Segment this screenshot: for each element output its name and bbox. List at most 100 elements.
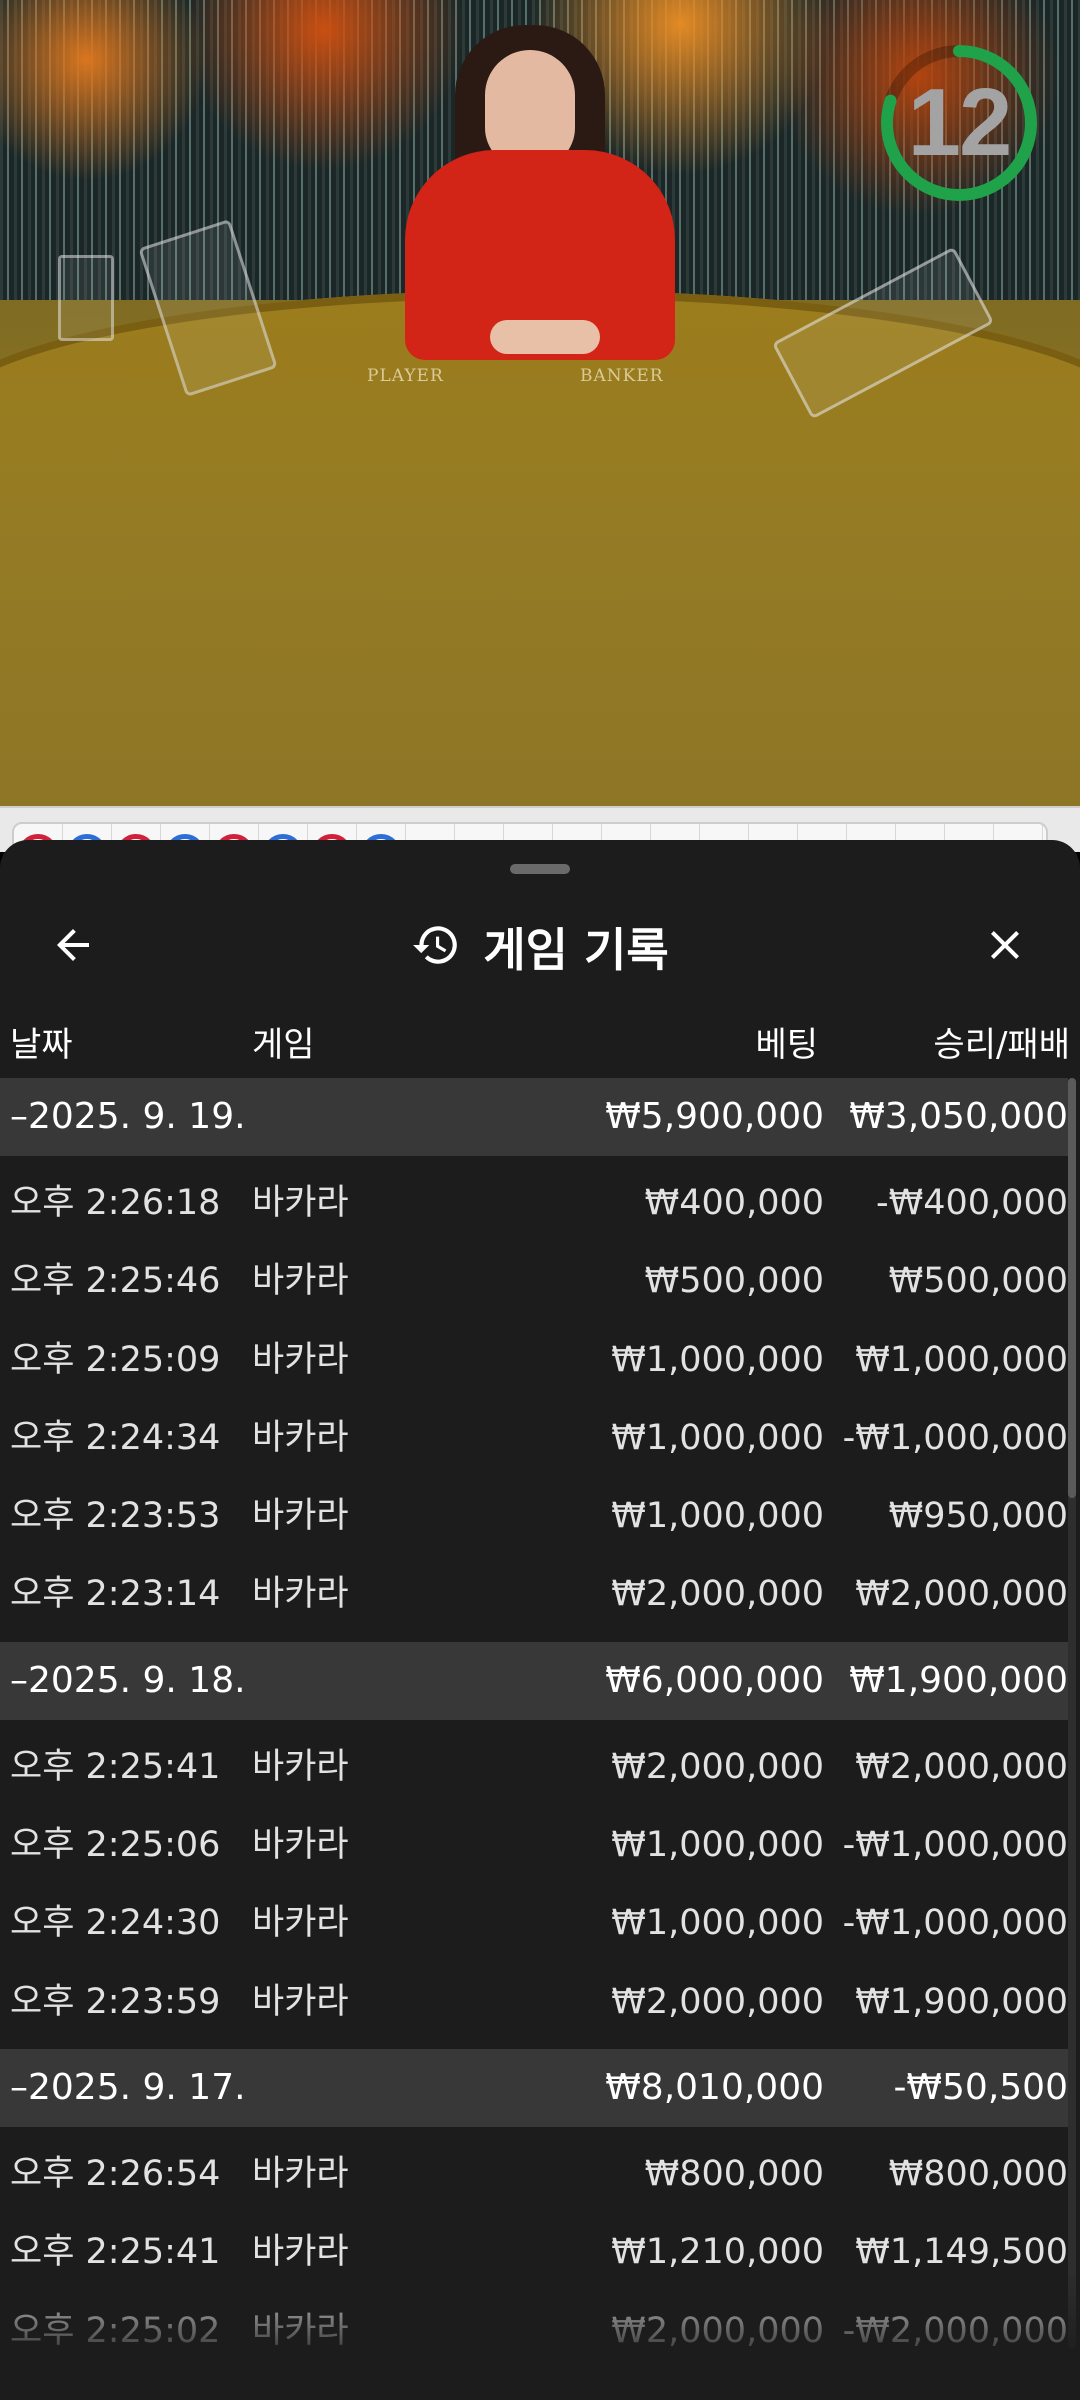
row-game: 바카라 [252,1825,349,1866]
sheet-header: 게임 기록 [0,890,1080,1000]
row-game: 바카라 [252,1339,349,1380]
history-row[interactable]: 오후 2:25:46 바카라 ₩500,000 ₩500,000 [0,1242,1068,1320]
title-group: 게임 기록 [0,912,1080,982]
history-list[interactable]: –2025. 9. 19. ₩5,900,000 ₩3,050,000 오후 2:26… [0,1078,1068,2378]
column-headers: 날짜 게임 베팅 승리/패배 [0,1010,1080,1080]
group-winloss-total: -₩50,500 [893,2066,1068,2108]
date-group-header[interactable]: –2025. 9. 19. ₩5,900,000 ₩3,050,000 [0,1078,1068,1156]
scrollbar[interactable] [1068,1078,1076,2348]
countdown-number: 12 [907,69,1013,176]
row-time: 오후 2:24:30 [10,1903,221,1944]
dealer-hands [490,320,600,354]
history-row[interactable]: 오후 2:24:34 바카라 ₩1,000,000 -₩1,000,000 [0,1399,1068,1477]
group-bet-total: ₩8,010,000 [605,2066,824,2108]
sheet-title: 게임 기록 [483,923,669,977]
row-winloss: ₩1,900,000 [855,1981,1068,2022]
row-winloss: -₩400,000 [876,1183,1068,1223]
row-game: 바카라 [252,2232,349,2273]
row-time: 오후 2:25:41 [10,2232,221,2273]
row-bet: ₩1,000,000 [611,1903,824,1944]
row-winloss: -₩1,000,000 [842,1903,1068,1944]
date-group-header[interactable]: –2025. 9. 18. ₩6,000,000 ₩1,900,000 [0,1641,1068,1720]
row-time: 오후 2:23:59 [10,1981,221,2022]
row-winloss: ₩1,000,000 [855,1339,1068,1380]
row-winloss: ₩500,000 [888,1261,1068,1302]
row-time: 오후 2:26:18 [10,1183,221,1223]
row-winloss: ₩2,000,000 [855,1746,1068,1787]
game-history-sheet: 게임 기록 날짜 게임 베팅 승리/패배 –2025. 9. 19. ₩5,90… [0,840,1080,2400]
row-time: 오후 2:25:46 [10,1261,221,1302]
baccarat-table [0,290,1080,806]
row-winloss: ₩1,149,500 [855,2232,1068,2273]
row-winloss: ₩950,000 [888,1496,1068,1537]
group-bet-total: ₩6,000,000 [605,1659,824,1701]
row-bet: ₩500,000 [644,1261,824,1302]
table-label-banker: BANKER [580,366,664,386]
countdown-timer: 12 [876,40,1042,206]
row-time: 오후 2:26:54 [10,2153,221,2194]
history-row[interactable]: 오후 2:23:14 바카라 ₩2,000,000 ₩2,000,000 [0,1555,1068,1633]
row-bet: ₩1,000,000 [611,1496,824,1537]
back-button[interactable] [38,912,108,982]
group-winloss-total: ₩3,050,000 [849,1096,1068,1137]
table-label-player: PLAYER [367,366,444,386]
row-game: 바카라 [252,1417,349,1458]
row-bet: ₩800,000 [644,2153,824,2194]
column-header-winloss: 승리/패배 [933,1025,1070,1065]
sheet-drag-handle[interactable] [510,864,570,874]
row-winloss: -₩2,000,000 [842,2310,1068,2351]
row-winloss: -₩1,000,000 [842,1417,1068,1458]
row-winloss: ₩2,000,000 [855,1574,1068,1615]
group-date: –2025. 9. 19. [10,1096,246,1137]
history-row[interactable]: 오후 2:24:30 바카라 ₩1,000,000 -₩1,000,000 [0,1884,1068,1962]
row-game: 바카라 [252,1903,349,1944]
row-bet: ₩400,000 [644,1183,824,1223]
close-button[interactable] [970,912,1040,982]
row-bet: ₩1,000,000 [611,1417,824,1458]
row-bet: ₩1,000,000 [611,1339,824,1380]
history-row[interactable]: 오후 2:25:41 바카라 ₩1,210,000 ₩1,149,500 [0,2213,1068,2291]
live-video: PLAYER BANKER 12 [0,0,1080,806]
row-game: 바카라 [252,1261,349,1302]
card-holder [58,255,114,341]
group-date: –2025. 9. 17. [10,2066,246,2108]
row-game: 바카라 [252,1574,349,1615]
row-time: 오후 2:25:06 [10,1825,221,1866]
row-time: 오후 2:25:41 [10,1746,221,1787]
row-bet: ₩2,000,000 [611,2310,824,2351]
scrollbar-thumb[interactable] [1068,1078,1076,1498]
history-row[interactable]: 오후 2:26:54 바카라 ₩800,000 ₩800,000 [0,2135,1068,2213]
date-group-header[interactable]: –2025. 9. 17. ₩8,010,000 -₩50,500 [0,2048,1068,2127]
group-date: –2025. 9. 18. [10,1659,246,1701]
row-time: 오후 2:23:14 [10,1574,221,1615]
row-time: 오후 2:25:02 [10,2310,221,2351]
row-game: 바카라 [252,2310,349,2351]
column-header-bet: 베팅 [755,1025,818,1065]
column-header-date: 날짜 [10,1025,73,1065]
row-bet: ₩2,000,000 [611,1746,824,1787]
history-icon [411,920,461,974]
history-row[interactable]: 오후 2:25:09 바카라 ₩1,000,000 ₩1,000,000 [0,1321,1068,1399]
group-winloss-total: ₩1,900,000 [849,1659,1068,1701]
row-bet: ₩1,210,000 [611,2232,824,2273]
row-time: 오후 2:24:34 [10,1417,221,1458]
close-icon [981,921,1029,973]
row-winloss: -₩1,000,000 [842,1825,1068,1866]
history-row[interactable]: 오후 2:23:53 바카라 ₩1,000,000 ₩950,000 [0,1477,1068,1555]
column-header-game: 게임 [252,1025,315,1065]
history-row[interactable]: 오후 2:25:41 바카라 ₩2,000,000 ₩2,000,000 [0,1728,1068,1806]
history-row[interactable]: 오후 2:25:02 바카라 ₩2,000,000 -₩2,000,000 [0,2292,1068,2370]
row-game: 바카라 [252,1183,349,1223]
row-game: 바카라 [252,1496,349,1537]
row-game: 바카라 [252,1746,349,1787]
arrow-left-icon [49,921,97,973]
history-row[interactable]: 오후 2:23:59 바카라 ₩2,000,000 ₩1,900,000 [0,1963,1068,2041]
row-bet: ₩2,000,000 [611,1574,824,1615]
history-row[interactable]: 오후 2:25:06 바카라 ₩1,000,000 -₩1,000,000 [0,1806,1068,1884]
row-bet: ₩1,000,000 [611,1825,824,1866]
row-time: 오후 2:23:53 [10,1496,221,1537]
group-bet-total: ₩5,900,000 [605,1096,824,1137]
row-bet: ₩2,000,000 [611,1981,824,2022]
history-row[interactable]: 오후 2:26:18 바카라 ₩400,000 -₩400,000 [0,1164,1068,1242]
row-time: 오후 2:25:09 [10,1339,221,1380]
